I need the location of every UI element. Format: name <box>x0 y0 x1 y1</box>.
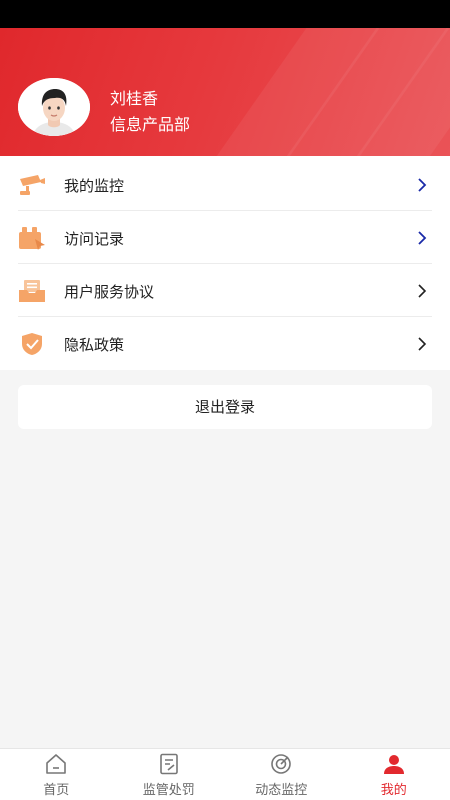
menu-item-label: 我的监控 <box>64 177 125 195</box>
camera-icon <box>20 175 45 195</box>
menu-item-label: 用户服务协议 <box>64 283 155 301</box>
shield-check-icon <box>22 333 42 355</box>
menu-item-user-agreement[interactable]: 用户服务协议 <box>0 264 450 317</box>
bottom-tab-bar: 首页 监管处罚 动态监控 我的 <box>0 748 450 800</box>
tab-label: 首页 <box>43 783 70 798</box>
menu-item-my-monitoring[interactable]: 我的监控 <box>0 158 450 211</box>
tab-label: 动态监控 <box>255 783 308 798</box>
user-name: 刘桂香 <box>110 89 159 108</box>
chevron-right-icon <box>418 284 427 298</box>
logout-button[interactable]: 退出登录 <box>18 385 432 429</box>
avatar-person-icon <box>18 78 90 136</box>
document-edit-icon <box>159 753 178 775</box>
status-bar <box>0 0 450 28</box>
chevron-right-icon <box>418 337 427 351</box>
chevron-right-icon <box>418 231 427 245</box>
avatar[interactable] <box>18 78 90 136</box>
visit-record-icon <box>19 227 45 250</box>
chevron-right-icon <box>418 178 427 192</box>
mail-tray-icon <box>19 280 45 302</box>
tab-label: 监管处罚 <box>142 783 195 798</box>
user-department: 信息产品部 <box>110 115 191 134</box>
menu-item-label: 隐私政策 <box>64 336 125 354</box>
tab-supervision-penalty[interactable]: 监管处罚 <box>113 749 226 800</box>
tab-home[interactable]: 首页 <box>0 749 113 800</box>
menu-item-label: 访问记录 <box>64 230 125 248</box>
tab-mine[interactable]: 我的 <box>338 749 450 800</box>
settings-menu: 我的监控 访问记录 用户服务协议 隐私政策 <box>0 156 450 370</box>
user-icon <box>383 755 404 774</box>
tab-label: 我的 <box>380 783 407 798</box>
tab-dynamic-monitoring[interactable]: 动态监控 <box>225 749 338 800</box>
profile-header: 刘桂香 信息产品部 <box>0 28 450 156</box>
menu-item-privacy-policy[interactable]: 隐私政策 <box>0 317 450 370</box>
home-icon <box>46 754 67 774</box>
menu-item-visit-records[interactable]: 访问记录 <box>0 211 450 264</box>
radar-target-icon <box>271 754 292 774</box>
